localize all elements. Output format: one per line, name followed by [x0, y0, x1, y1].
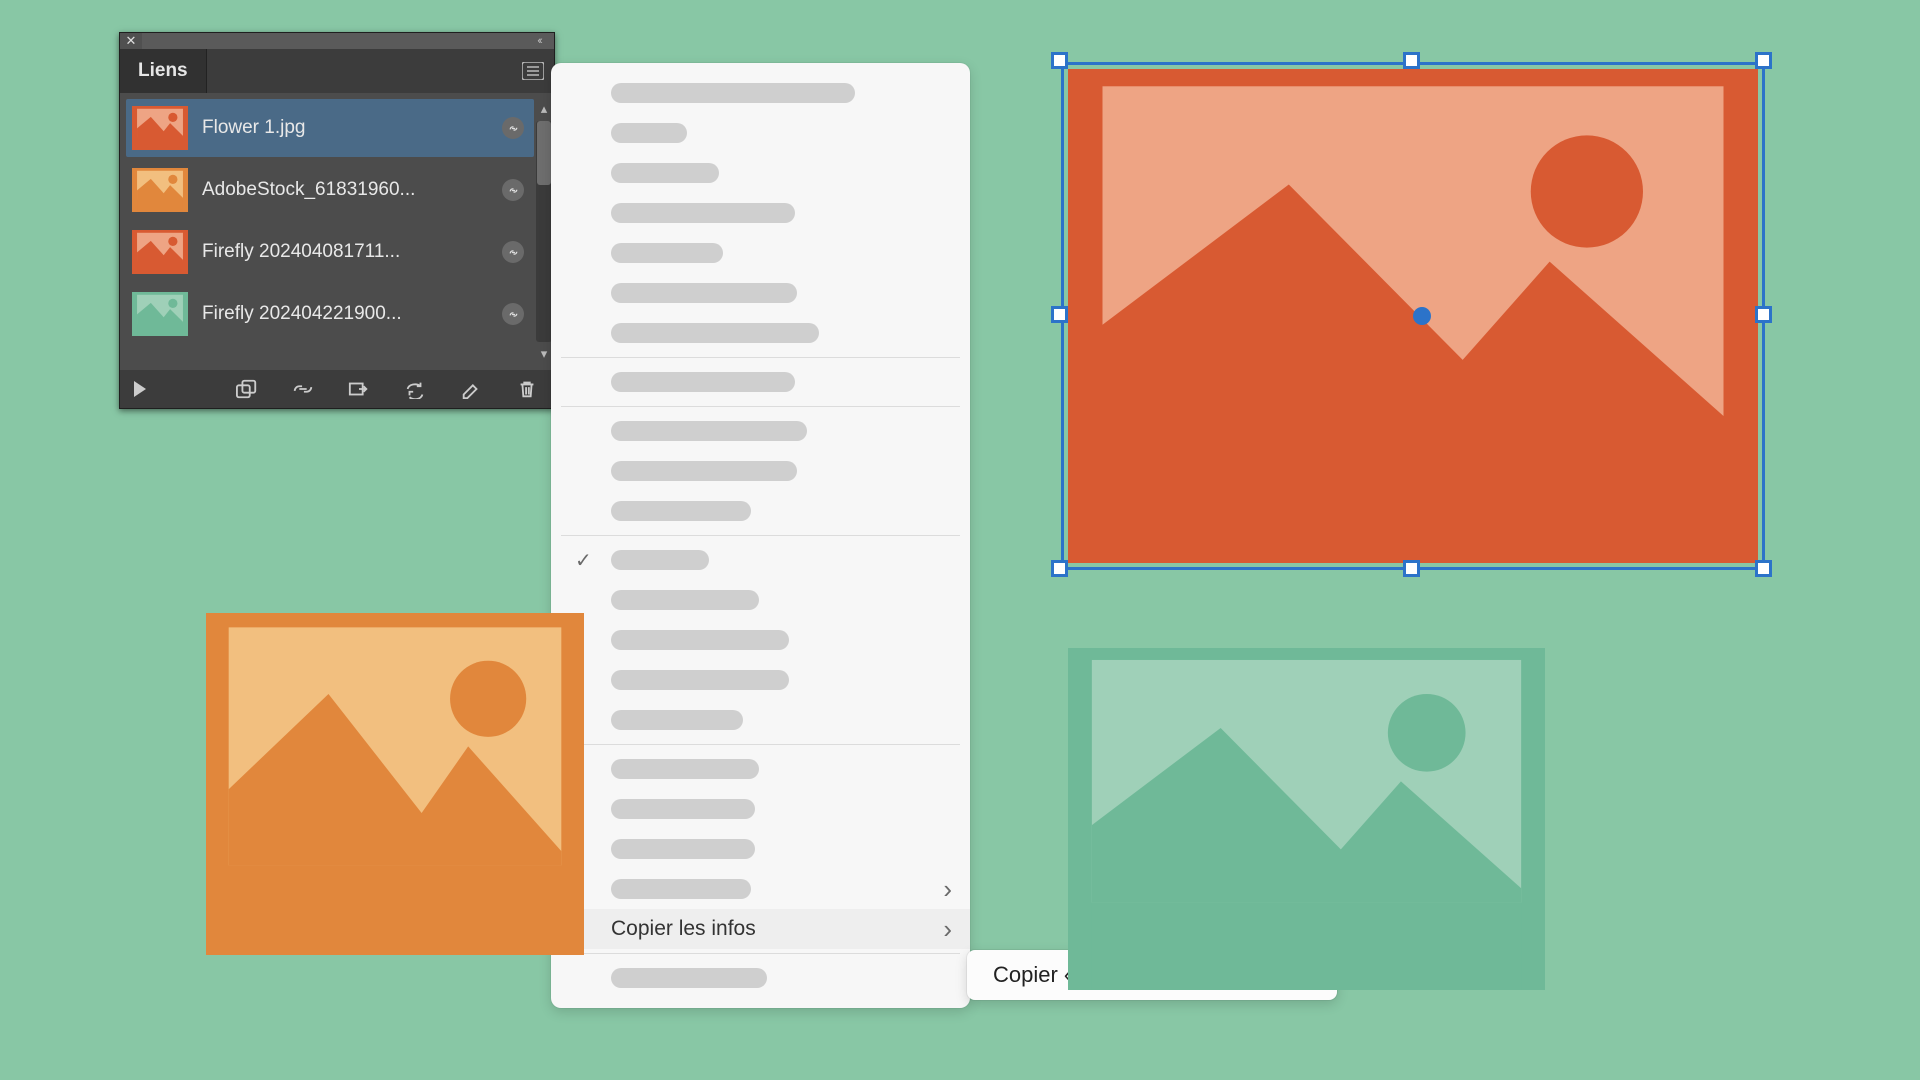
menu-item-placeholder	[611, 372, 795, 392]
menu-separator	[561, 406, 960, 407]
menu-item[interactable]	[551, 451, 970, 491]
menu-separator	[561, 953, 960, 954]
menu-item[interactable]	[551, 789, 970, 829]
menu-item[interactable]	[551, 660, 970, 700]
menu-item-placeholder	[611, 550, 709, 570]
menu-item-placeholder	[611, 163, 719, 183]
selection-handle[interactable]	[1051, 52, 1068, 69]
tab-links[interactable]: Liens	[120, 49, 207, 93]
menu-item-placeholder	[611, 799, 755, 819]
panel-footer	[120, 370, 554, 408]
menu-item-placeholder	[611, 83, 855, 103]
menu-item-placeholder	[611, 323, 819, 343]
edit-original-icon[interactable]	[458, 378, 484, 400]
panel-menu-icon[interactable]	[520, 60, 546, 82]
links-panel: ✕ ‹‹ Liens Flower 1.jpg AdobeStock_61831…	[119, 32, 555, 409]
canvas-image-1[interactable]	[206, 613, 584, 955]
menu-item[interactable]	[551, 749, 970, 789]
menu-item-placeholder	[611, 879, 751, 899]
link-row[interactable]: Firefly 202404221900...	[126, 285, 534, 343]
selection-handle[interactable]	[1051, 306, 1068, 323]
link-badge-icon	[502, 303, 524, 325]
menu-item-placeholder	[611, 630, 789, 650]
link-name: AdobeStock_61831960...	[202, 179, 488, 201]
delete-icon[interactable]	[514, 378, 540, 400]
panel-body: Flower 1.jpg AdobeStock_61831960... Fire…	[120, 93, 554, 370]
goto-link-icon[interactable]	[346, 378, 372, 400]
link-badge-icon	[502, 179, 524, 201]
menu-item[interactable]	[551, 273, 970, 313]
menu-item[interactable]	[551, 362, 970, 402]
menu-item-placeholder	[611, 759, 759, 779]
menu-item-placeholder	[611, 501, 751, 521]
show-info-icon[interactable]	[134, 381, 146, 397]
menu-item-placeholder	[611, 670, 789, 690]
selection-handle[interactable]	[1403, 560, 1420, 577]
menu-item[interactable]	[551, 700, 970, 740]
context-menu[interactable]: Copier les infos	[551, 63, 970, 1008]
menu-item[interactable]	[551, 869, 970, 909]
link-row[interactable]: AdobeStock_61831960...	[126, 161, 534, 219]
menu-item[interactable]	[551, 153, 970, 193]
menu-item[interactable]	[551, 491, 970, 531]
panel-collapse-icon[interactable]: ‹‹	[524, 33, 554, 49]
menu-item-placeholder	[611, 203, 795, 223]
selection-center-icon	[1413, 307, 1431, 325]
selection-handle[interactable]	[1755, 306, 1772, 323]
selection-handle[interactable]	[1755, 52, 1772, 69]
menu-item-placeholder	[611, 968, 767, 988]
link-thumb	[132, 230, 188, 274]
menu-item[interactable]	[551, 411, 970, 451]
menu-item[interactable]	[551, 829, 970, 869]
menu-item-label: Copier les infos	[611, 917, 756, 941]
scroll-down-icon[interactable]: ▾	[536, 346, 552, 362]
link-thumb	[132, 168, 188, 212]
selection-handle[interactable]	[1051, 560, 1068, 577]
link-row[interactable]: Flower 1.jpg	[126, 99, 534, 157]
menu-item-placeholder	[611, 839, 755, 859]
canvas-image-2[interactable]	[1068, 648, 1545, 990]
update-link-icon[interactable]	[402, 378, 428, 400]
scroll-up-icon[interactable]: ▴	[536, 101, 552, 117]
menu-item[interactable]	[551, 540, 970, 580]
panel-close-icon[interactable]: ✕	[120, 33, 142, 49]
menu-item[interactable]	[551, 113, 970, 153]
link-badge-icon	[502, 117, 524, 139]
menu-item[interactable]	[551, 233, 970, 273]
menu-item-placeholder	[611, 421, 807, 441]
link-badge-icon	[502, 241, 524, 263]
menu-item[interactable]	[551, 958, 970, 998]
menu-item[interactable]	[551, 193, 970, 233]
menu-item[interactable]	[551, 313, 970, 353]
relink-icon[interactable]	[290, 378, 316, 400]
menu-item-placeholder	[611, 710, 743, 730]
menu-item-placeholder	[611, 590, 759, 610]
scroll-track[interactable]	[536, 121, 552, 342]
selection-handle[interactable]	[1755, 560, 1772, 577]
menu-item-copy-info[interactable]: Copier les infos	[551, 909, 970, 949]
menu-item[interactable]	[551, 620, 970, 660]
link-name: Firefly 202404221900...	[202, 303, 488, 325]
link-name: Flower 1.jpg	[202, 117, 488, 139]
menu-item-placeholder	[611, 123, 687, 143]
menu-separator	[561, 744, 960, 745]
link-name: Firefly 202404081711...	[202, 241, 488, 263]
menu-item[interactable]	[551, 73, 970, 113]
menu-item-placeholder	[611, 243, 723, 263]
link-thumb	[132, 292, 188, 336]
relink-cc-icon[interactable]	[234, 378, 260, 400]
scroll-thumb[interactable]	[537, 121, 551, 185]
menu-separator	[561, 357, 960, 358]
menu-separator	[561, 535, 960, 536]
link-row[interactable]: Firefly 202404081711...	[126, 223, 534, 281]
selection-handle[interactable]	[1403, 52, 1420, 69]
links-list: Flower 1.jpg AdobeStock_61831960... Fire…	[126, 99, 534, 364]
panel-tabbar: Liens	[120, 49, 554, 93]
menu-item-placeholder	[611, 283, 797, 303]
menu-item[interactable]	[551, 580, 970, 620]
menu-item-placeholder	[611, 461, 797, 481]
panel-titlebar: ✕ ‹‹	[120, 33, 554, 49]
link-thumb	[132, 106, 188, 150]
